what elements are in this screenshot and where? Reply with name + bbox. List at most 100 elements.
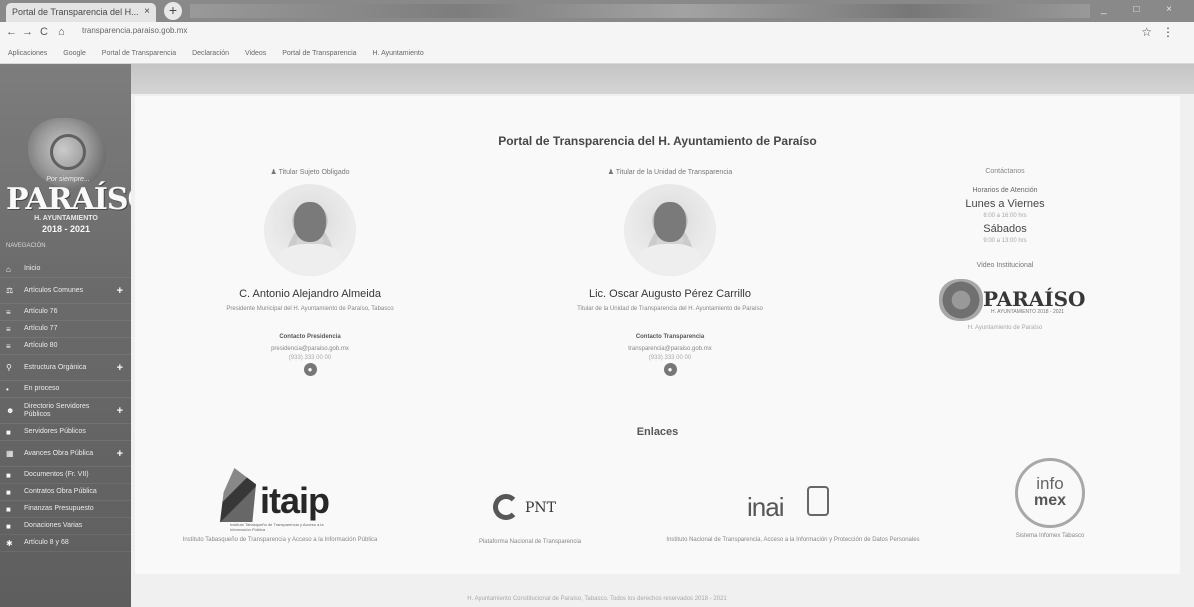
link-pnt[interactable]: PNT Plataforma Nacional de Transparencia (455, 466, 605, 546)
contact-button[interactable]: ● (303, 363, 317, 376)
main-content: Portal de Transparencia del H. Ayuntamie… (131, 94, 1194, 607)
weekday-hours: 8:00 a 16:00 hrs (983, 213, 1027, 219)
saturday-hours: 9:00 a 13:00 hrs (983, 238, 1027, 244)
web-page: Por siempre... PARAÍSO H. AYUNTAMIENTO 2… (0, 64, 1194, 607)
toolbar-right: ☆⋮ (1141, 25, 1184, 39)
address-bar[interactable]: transparencia.paraiso.gob.mx (78, 26, 978, 40)
contact-button[interactable]: ● (663, 363, 677, 376)
sidebar-item-servidores-publicos[interactable]: ■ Servidores Públicos (0, 424, 131, 441)
institutional-video-thumbnail[interactable]: PARAÍSO H. AYUNTAMIENTO 2018 - 2021 (935, 277, 1085, 321)
links-heading: Enlaces (636, 426, 679, 438)
weekday-label: Lunes a Viernes (965, 198, 1045, 210)
contact-heading: Contacto Presidencia (279, 334, 341, 340)
expand-plus-icon[interactable]: + (117, 285, 123, 297)
sidebar-item-articulo-8-68[interactable]: ✱ Artículo 8 y 68 (0, 535, 131, 552)
sidebar-item-directorio[interactable]: ☻ Directorio Servidores Públicos + (0, 398, 131, 424)
logo-subtext: H. AYUNTAMIENTO 2018 - 2021 (991, 309, 1065, 315)
page-footer: H. Ayuntamiento Constitucional de Paraís… (467, 596, 727, 602)
contact-link[interactable]: Contáctanos (895, 168, 1115, 175)
brand-logo-text[interactable]: PARAÍSO (6, 182, 131, 217)
list-icon: ≡ (6, 341, 11, 351)
bookmark-item[interactable]: Portal de Transparencia (102, 50, 176, 57)
back-arrow-icon[interactable]: ← (6, 26, 17, 38)
sidebar-item-inicio[interactable]: ⌂ Inicio (0, 261, 131, 278)
search-icon: ⚲ (6, 363, 12, 372)
video-heading: Video Institucional (976, 262, 1034, 269)
person-card-titular: ♟ Titular Sujeto Obligado C. Antonio Ale… (160, 168, 460, 376)
browser-tab[interactable]: Portal de Transparencia del H... × (6, 3, 156, 22)
person-description: Titular de la Unidad de Transparencia de… (577, 306, 763, 312)
sidebar-menu: ⌂ Inicio ⚖ Artículos Comunes + ≡ Artículo 76… (0, 261, 131, 552)
menu-icon[interactable]: ⋮ (1162, 25, 1184, 39)
browser-tab-bar: Portal de Transparencia del H... × + _ □… (0, 0, 1194, 22)
dot-icon: • (6, 384, 9, 394)
gavel-icon: ⚖ (6, 286, 14, 295)
sidebar-item-en-proceso[interactable]: • En proceso (0, 381, 131, 398)
sidebar: Por siempre... PARAÍSO H. AYUNTAMIENTO 2… (0, 64, 131, 607)
bookmark-item[interactable]: Portal de Transparencia (282, 50, 356, 57)
expand-plus-icon[interactable]: + (117, 405, 123, 417)
sidebar-item-donaciones[interactable]: ■ Donaciones Varias (0, 518, 131, 535)
page-title: Portal de Transparencia del H. Ayuntamie… (498, 134, 817, 148)
sidebar-item-articulo-77[interactable]: ≡ Artículo 77 (0, 321, 131, 338)
bookmarks-bar: Aplicaciones Google Portal de Transparen… (0, 44, 1194, 64)
flame-icon (220, 468, 256, 522)
home-icon[interactable]: ⌂ (58, 26, 65, 38)
reload-icon[interactable]: C (40, 26, 48, 38)
link-infomex[interactable]: info mex Sistema Infomex Tabasco (935, 458, 1165, 540)
nav-title: NAVEGACIÓN (6, 243, 46, 249)
sidebar-item-articulo-76[interactable]: ≡ Artículo 76 (0, 304, 131, 321)
sidebar-item-articulos-comunes[interactable]: ⚖ Artículos Comunes + (0, 278, 131, 304)
link-itaip[interactable]: itaip Instituto Tabasqueño de Transparen… (165, 466, 395, 544)
link-caption: Instituto Tabasqueño de Transparencia y … (182, 537, 378, 543)
person-name: Lic. Oscar Augusto Pérez Carrillo (588, 288, 751, 300)
forward-arrow-icon[interactable]: → (22, 26, 33, 38)
expand-plus-icon[interactable]: + (117, 362, 123, 374)
itaip-logo: itaip Instituto Tabasqueño de Transparen… (200, 466, 360, 532)
municipal-emblem-icon (939, 279, 983, 321)
sidebar-item-estructura-organica[interactable]: ⚲ Estructura Orgánica + (0, 355, 131, 381)
contact-email[interactable]: presidencia@paraiso.gob.mx (160, 346, 460, 352)
contact-email[interactable]: transparencia@paraiso.gob.mx (520, 346, 820, 352)
saturday-label: Sábados (983, 223, 1027, 235)
bookmark-item[interactable]: Google (63, 50, 86, 57)
window-controls[interactable]: _ □ × (1101, 4, 1184, 15)
inai-symbol-icon (807, 486, 829, 516)
link-inai[interactable]: inai Instituto Nacional de Transparencia… (663, 466, 923, 544)
brand-years: 2018 - 2021 (41, 224, 91, 234)
sidebar-item-finanzas[interactable]: ■ Finanzas Presupuesto (0, 501, 131, 518)
bookmark-item[interactable]: Aplicaciones (8, 50, 47, 57)
contact-heading: Contacto Transparencia (635, 334, 705, 340)
pnt-logo: PNT (475, 484, 585, 534)
briefcase-icon: ■ (6, 427, 11, 437)
logo-text: PARAÍSO (983, 287, 1086, 311)
bookmark-item[interactable]: Declaración (192, 50, 229, 57)
list-icon: ≡ (6, 324, 11, 334)
person-card-transparencia: ♟ Titular de la Unidad de Transparencia … (520, 168, 820, 376)
sidebar-item-documentos[interactable]: ■ Documentos (Fr. VII) (0, 467, 131, 484)
folder-icon: ■ (6, 504, 11, 514)
link-caption: Sistema Infomex Tabasco (1015, 533, 1085, 539)
browser-toolbar: ← → C ⌂ transparencia.paraiso.gob.mx ☆⋮ (0, 22, 1194, 44)
sidebar-item-articulo-80[interactable]: ≡ Artículo 80 (0, 338, 131, 355)
contact-phone: (933) 333 00 00 (288, 355, 332, 361)
tab-strip-background (190, 4, 1090, 18)
person-description: Presidente Municipal del H. Ayuntamiento… (226, 306, 394, 312)
bookmark-star-icon[interactable]: ☆ (1141, 25, 1162, 39)
person-role: ♟ Titular Sujeto Obligado (270, 169, 350, 176)
person-photo (624, 184, 716, 276)
close-icon[interactable]: × (144, 6, 150, 17)
user-icon: ☻ (6, 406, 15, 415)
house-icon: ⌂ (6, 264, 11, 274)
sidebar-item-avances-obra[interactable]: ▦ Avances Obra Pública + (0, 441, 131, 467)
folder-icon: ■ (6, 470, 11, 480)
new-tab-button[interactable]: + (164, 2, 182, 20)
info-column: Contáctanos Horarios de Atención Lunes a… (895, 168, 1115, 331)
tab-title: Portal de Transparencia del H... (12, 7, 139, 17)
star-icon: ✱ (6, 538, 13, 548)
bookmark-item[interactable]: Videos (245, 50, 266, 57)
sidebar-item-contratos[interactable]: ■ Contratos Obra Pública (0, 484, 131, 501)
link-caption: Plataforma Nacional de Transparencia (478, 539, 582, 545)
bookmark-item[interactable]: H. Ayuntamiento (373, 50, 424, 57)
expand-plus-icon[interactable]: + (117, 448, 123, 460)
